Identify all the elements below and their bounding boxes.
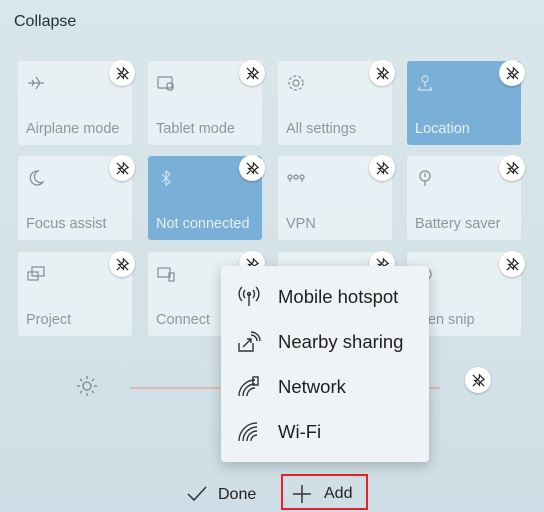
unpin-icon xyxy=(245,65,259,80)
unpin-button[interactable] xyxy=(109,251,135,277)
unpin-icon xyxy=(375,65,389,80)
done-label: Done xyxy=(218,486,257,503)
connect-icon xyxy=(156,264,176,284)
tile-label: Not connected xyxy=(156,216,250,232)
brightness-icon xyxy=(75,374,99,398)
tile-label: Battery saver xyxy=(415,216,501,232)
quick-actions-panel: Collapse Airplane mode Tablet mode All s… xyxy=(0,0,544,512)
unpin-icon xyxy=(115,65,129,80)
tile-label: Project xyxy=(26,312,72,328)
network-icon xyxy=(237,376,261,398)
menu-item-label: Mobile hotspot xyxy=(278,286,399,307)
unpin-icon xyxy=(505,256,519,271)
unpin-button[interactable] xyxy=(499,60,525,86)
tile-label: Airplane mode xyxy=(26,121,120,137)
airplane-icon xyxy=(26,73,46,93)
unpin-button[interactable] xyxy=(109,60,135,86)
add-label: Add xyxy=(324,485,353,502)
menu-item-label: Nearby sharing xyxy=(278,331,404,352)
tile-label: Tablet mode xyxy=(156,121,235,137)
add-button[interactable]: Add xyxy=(281,474,368,510)
unpin-icon xyxy=(115,160,129,175)
tile-label: Connect xyxy=(156,312,211,328)
moon-icon xyxy=(26,168,46,188)
menu-item-network[interactable]: Network xyxy=(221,366,429,406)
menu-item-nearby-sharing[interactable]: Nearby sharing xyxy=(221,321,429,361)
checkmark-icon xyxy=(187,486,207,502)
project-icon xyxy=(26,264,46,284)
unpin-icon xyxy=(505,65,519,80)
tablet-icon xyxy=(156,73,176,93)
menu-item-label: Wi-Fi xyxy=(278,421,322,442)
unpin-button[interactable] xyxy=(239,155,265,181)
vpn-icon xyxy=(286,168,306,188)
unpin-icon xyxy=(115,256,129,271)
unpin-button[interactable] xyxy=(499,251,525,277)
wifi-icon xyxy=(237,421,261,443)
menu-item-label: Network xyxy=(278,376,346,397)
plus-icon xyxy=(293,485,311,503)
unpin-button[interactable] xyxy=(465,367,491,393)
mobile-hotspot-icon xyxy=(237,286,261,308)
add-quick-action-menu: Mobile hotspot Nearby sharing Network Wi… xyxy=(221,266,429,462)
unpin-button[interactable] xyxy=(369,155,395,181)
tile-label: VPN xyxy=(286,216,316,232)
unpin-icon xyxy=(505,160,519,175)
bluetooth-icon xyxy=(156,168,176,188)
done-button[interactable]: Done xyxy=(183,476,263,512)
nearby-sharing-icon xyxy=(237,331,261,353)
unpin-button[interactable] xyxy=(499,155,525,181)
unpin-button[interactable] xyxy=(369,60,395,86)
unpin-icon xyxy=(245,160,259,175)
location-icon xyxy=(415,73,435,93)
tile-label: Focus assist xyxy=(26,216,107,232)
unpin-button[interactable] xyxy=(239,60,265,86)
gear-icon xyxy=(286,73,306,93)
unpin-icon xyxy=(375,160,389,175)
battery-saver-icon xyxy=(415,168,435,188)
unpin-button[interactable] xyxy=(109,155,135,181)
unpin-icon xyxy=(471,372,485,387)
tile-label: Location xyxy=(415,121,470,137)
menu-item-mobile-hotspot[interactable]: Mobile hotspot xyxy=(221,276,429,316)
menu-item-wifi[interactable]: Wi-Fi xyxy=(221,411,429,451)
collapse-link[interactable]: Collapse xyxy=(14,13,76,31)
tile-label: All settings xyxy=(286,121,357,137)
